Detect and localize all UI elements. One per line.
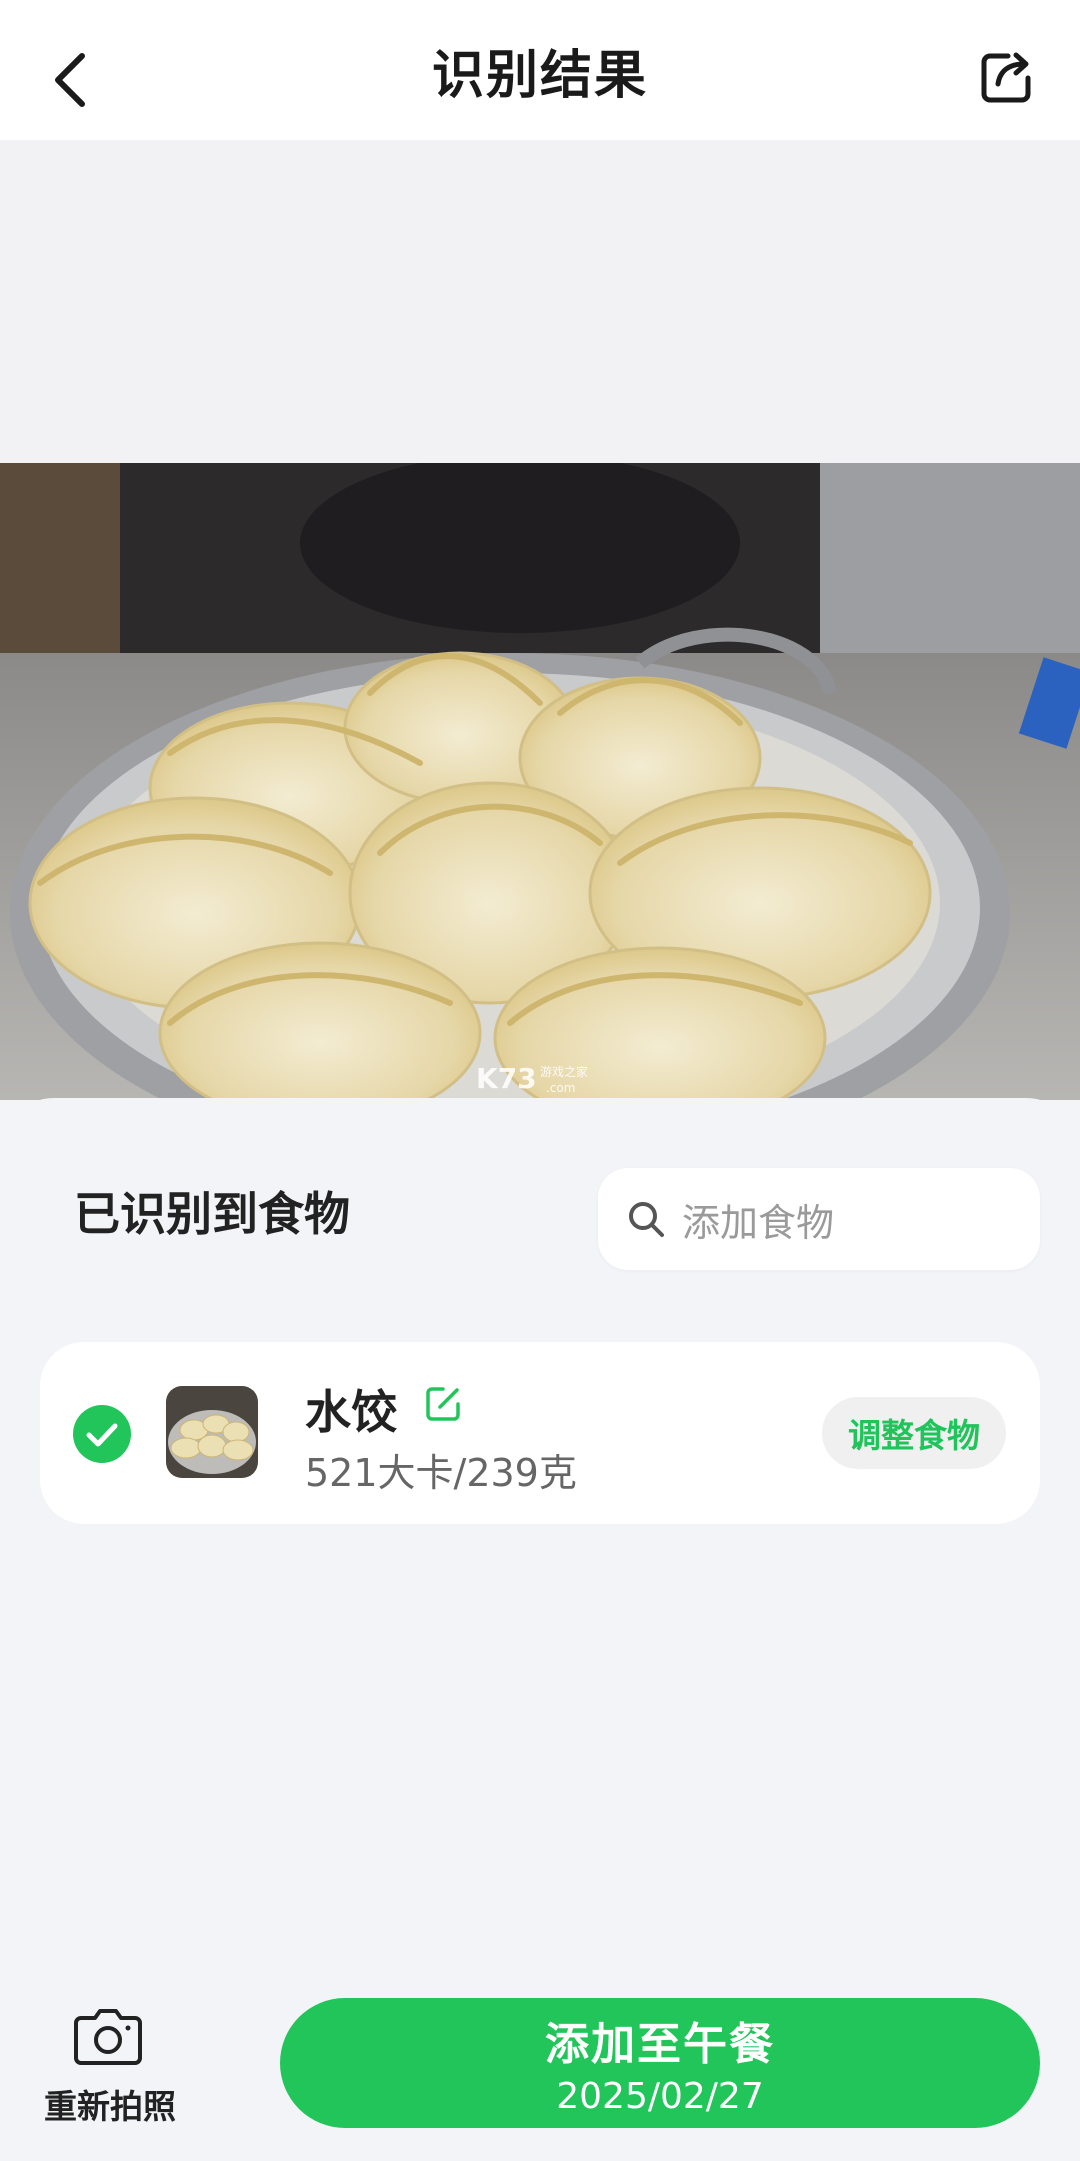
search-input[interactable]: 添加食物 — [598, 1168, 1040, 1270]
section-title: 已识别到食物 — [74, 1187, 350, 1241]
search-placeholder: 添加食物 — [682, 1200, 835, 1245]
meal-date: 2025/02/27 — [556, 2076, 764, 2117]
svg-text:.com: .com — [546, 1081, 575, 1095]
camera-icon — [74, 2009, 142, 2065]
checkmark-circle-icon[interactable] — [73, 1405, 131, 1463]
svg-text:游戏之家: 游戏之家 — [540, 1064, 588, 1079]
add-to-lunch-button[interactable]: 添加至午餐 2025/02/27 — [280, 1998, 1040, 2128]
top-bar: 识别结果 — [0, 0, 1080, 140]
add-to-lunch-label: 添加至午餐 — [545, 2019, 775, 2070]
retake-label: 重新拍照 — [44, 2087, 176, 2126]
dumplings-photo — [0, 463, 1080, 1100]
chevron-left-icon[interactable] — [44, 44, 100, 114]
search-icon — [629, 1202, 664, 1237]
food-item-card[interactable]: 水饺 521大卡/239克 调整食物 — [40, 1342, 1040, 1524]
food-thumbnail — [166, 1386, 258, 1478]
adjust-food-button[interactable]: 调整食物 — [822, 1397, 1006, 1469]
share-icon[interactable] — [978, 50, 1034, 106]
food-name: 水饺 — [305, 1385, 397, 1439]
page-title: 识别结果 — [431, 45, 648, 106]
retake-photo-button[interactable]: 重新拍照 — [30, 2000, 190, 2130]
svg-text:K73: K73 — [476, 1062, 537, 1095]
food-calories-weight: 521大卡/239克 — [305, 1451, 577, 1495]
watermark-logo: K73 游戏之家 .com — [476, 1062, 588, 1095]
edit-icon[interactable] — [423, 1384, 463, 1424]
